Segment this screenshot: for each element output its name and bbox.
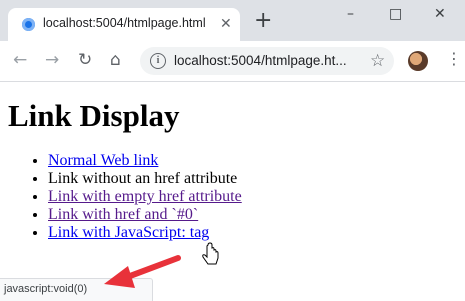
menu-icon[interactable]: ⋮ [446,49,462,68]
normal-web-link[interactable]: Normal Web link [48,152,158,169]
minimize-icon[interactable]: – [347,6,354,22]
tab-strip: localhost:5004/htmlpage.html ✕ + – □ ✕ [0,0,465,41]
hash-zero-link[interactable]: Link with href and `#0` [48,206,198,223]
status-bubble: javascript:void(0) [0,278,153,301]
list-item: Link with empty href attribute [48,188,242,206]
info-icon[interactable]: i [150,53,166,69]
status-text: javascript:void(0) [4,283,88,295]
close-icon[interactable]: ✕ [220,16,232,32]
browser-tab[interactable]: localhost:5004/htmlpage.html ✕ [8,8,240,41]
list-item: Normal Web link [48,152,242,170]
list-item: Link without an href attribute [48,170,242,188]
list-item: Link with href and `#0` [48,206,242,224]
reload-icon[interactable]: ↻ [78,51,92,69]
new-tab-icon[interactable]: + [254,10,272,32]
list-item: Link with JavaScript: tag [48,224,242,242]
back-icon[interactable]: ← [13,51,27,69]
link-list: Normal Web link Link without an href att… [8,152,242,242]
javascript-tag-link[interactable]: Link with JavaScript: tag [48,224,209,241]
page-title: Link Display [8,98,180,133]
maximize-icon[interactable]: □ [389,6,402,22]
url-text[interactable]: localhost:5004/htmlpage.ht... [174,53,347,68]
address-bar[interactable]: i localhost:5004/htmlpage.ht... ☆ [140,47,394,75]
empty-href-link[interactable]: Link with empty href attribute [48,188,242,205]
tab-title: localhost:5004/htmlpage.html [43,16,206,30]
bookmark-star-icon[interactable]: ☆ [370,51,385,71]
page-content: Link Display Normal Web link Link withou… [8,98,242,242]
favicon-icon [22,18,35,31]
window-close-icon[interactable]: ✕ [434,6,446,22]
avatar[interactable] [408,51,428,71]
forward-icon[interactable]: → [45,51,59,69]
link-without-href: Link without an href attribute [48,170,238,187]
hand-cursor-icon [202,242,219,265]
browser-toolbar: ← → ↻ ⌂ i localhost:5004/htmlpage.ht... … [0,41,465,82]
home-icon[interactable]: ⌂ [110,51,121,69]
